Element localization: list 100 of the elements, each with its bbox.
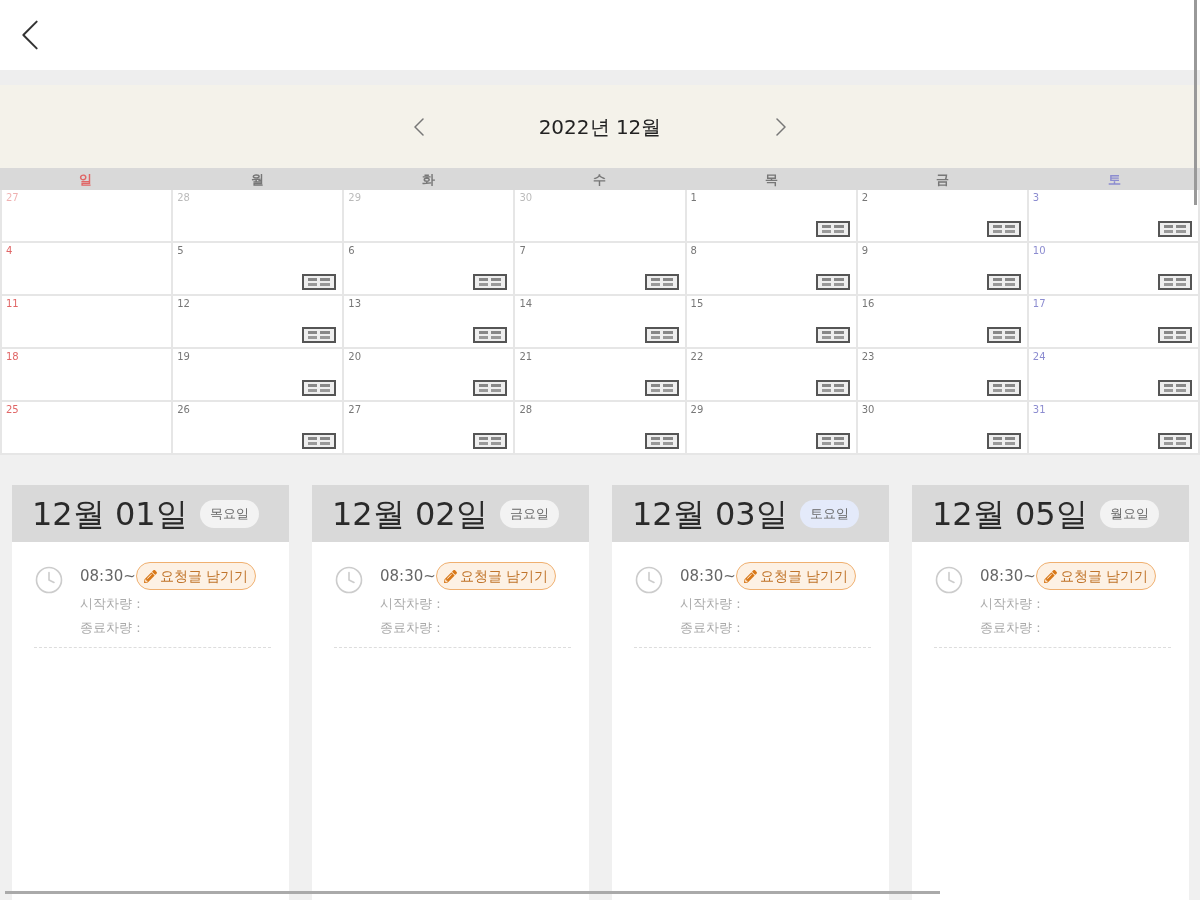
calendar-day-cell[interactable]: 29 (686, 402, 856, 453)
end-vehicle-label: 종료차량 : (80, 618, 142, 637)
weekday-tag: 토요일 (799, 499, 859, 528)
pencil-icon (143, 569, 157, 583)
weekday-label: 일 (79, 172, 93, 186)
day-number: 30 (519, 193, 533, 203)
weekday-label: 목 (764, 172, 778, 186)
back-icon (21, 20, 39, 50)
day-number: 22 (690, 352, 704, 362)
calendar-day-cell[interactable]: 17 (1028, 296, 1198, 347)
calendar-day-cell[interactable]: 3 (1028, 190, 1198, 241)
day-number: 17 (1032, 299, 1046, 309)
pencil-icon (743, 569, 757, 583)
calendar-day-cell[interactable]: 15 (686, 296, 856, 347)
calendar-day-cell[interactable]: 13 (344, 296, 514, 347)
weekday-label: 수 (593, 172, 607, 186)
calendar-day-cell[interactable]: 23 (857, 349, 1027, 400)
day-number: 19 (177, 352, 190, 362)
end-vehicle-label: 종료차량 : (680, 618, 742, 637)
calendar-day-cell[interactable]: 26 (173, 402, 343, 453)
write-request-button[interactable]: 요청글 남기기 (435, 562, 557, 590)
calendar-day-cell[interactable]: 20 (344, 349, 514, 400)
calendar-day-cell[interactable]: 25 (2, 402, 172, 453)
write-request-button[interactable]: 요청글 남기기 (1035, 562, 1157, 590)
start-vehicle-label: 시작차량 : (380, 595, 442, 613)
chevron-right-icon (776, 117, 787, 136)
calendar-day-cell[interactable]: 22 (686, 349, 856, 400)
card-date: 12월 02일 (332, 497, 488, 530)
day-number: 31 (1032, 405, 1046, 415)
calendar-day-cell[interactable]: 6 (344, 243, 514, 294)
day-number: 30 (861, 405, 875, 415)
day-number: 20 (348, 352, 361, 362)
day-number: 25 (6, 405, 19, 415)
calendar-day-cell[interactable]: 27 (344, 402, 514, 453)
month-title: 2022년 12월 (538, 113, 662, 141)
calendar-day-cell[interactable]: 16 (857, 296, 1027, 347)
day-number: 12 (177, 299, 190, 309)
write-request-button[interactable]: 요청글 남기기 (735, 562, 857, 590)
calendar-day-cell[interactable]: 28 (515, 402, 685, 453)
day-number: 11 (6, 299, 19, 309)
weekday-label: 토 (1107, 172, 1121, 186)
day-number: 15 (690, 299, 704, 309)
calendar-day-cell[interactable]: 31 (1028, 402, 1198, 453)
day-number: 26 (177, 405, 190, 415)
day-number: 13 (348, 299, 361, 309)
day-number: 18 (6, 352, 19, 362)
weekday-tag: 금요일 (499, 499, 559, 528)
calendar-day-cell[interactable]: 7 (515, 243, 685, 294)
write-request-button[interactable]: 요청글 남기기 (135, 562, 257, 590)
weekday-label: 화 (422, 172, 436, 186)
day-number: 27 (6, 193, 19, 203)
calendar-day-cell[interactable]: 5 (173, 243, 343, 294)
start-vehicle-label: 시작차량 : (980, 595, 1042, 613)
calendar-day-cell[interactable]: 24 (1028, 349, 1198, 400)
start-vehicle-label: 시작차량 : (80, 595, 142, 613)
calendar-day-cell[interactable]: 30 (857, 402, 1027, 453)
day-number: 14 (519, 299, 533, 309)
calendar-day-cell[interactable]: 19 (173, 349, 343, 400)
calendar-day-cell[interactable]: 12 (173, 296, 343, 347)
day-number: 16 (861, 299, 875, 309)
day-number: 29 (348, 193, 361, 203)
calendar-day-cell[interactable]: 10 (1028, 243, 1198, 294)
calendar-day-cell[interactable]: 2 (857, 190, 1027, 241)
clock-icon (334, 565, 364, 595)
day-number: 1 (690, 193, 697, 203)
day-number: 8 (690, 246, 697, 256)
day-number: 29 (690, 405, 704, 415)
day-number: 7 (519, 246, 526, 256)
day-number: 28 (519, 405, 533, 415)
entry-time: 08:30~ (380, 565, 436, 587)
calendar-day-cell[interactable]: 8 (686, 243, 856, 294)
clock-icon (34, 565, 64, 595)
day-number: 5 (177, 246, 184, 256)
entry-time: 08:30~ (680, 565, 736, 587)
calendar-day-cell[interactable]: 11 (2, 296, 172, 347)
calendar-day-cell[interactable]: 4 (2, 243, 172, 294)
calendar-day-cell[interactable]: 9 (857, 243, 1027, 294)
weekday-tag: 월요일 (1099, 499, 1159, 528)
weekday-tag: 목요일 (199, 499, 259, 528)
card-date: 12월 01일 (32, 497, 188, 530)
start-vehicle-label: 시작차량 : (680, 595, 742, 613)
day-number: 21 (519, 352, 533, 362)
clock-icon (934, 565, 964, 595)
calendar-day-cell[interactable]: 14 (515, 296, 685, 347)
pencil-icon (1043, 569, 1057, 583)
day-number: 2 (861, 193, 869, 203)
calendar-day-cell[interactable]: 18 (2, 349, 172, 400)
vertical-scrollbar[interactable] (1194, 0, 1197, 205)
day-number: 24 (1032, 352, 1046, 362)
entry-time: 08:30~ (80, 565, 136, 587)
day-number: 28 (177, 193, 190, 203)
day-number: 3 (1032, 193, 1040, 203)
card-date: 12월 03일 (632, 497, 788, 530)
horizontal-scrollbar[interactable] (5, 891, 940, 894)
day-number: 9 (861, 246, 869, 256)
clock-icon (634, 565, 664, 595)
calendar-day-cell[interactable]: 21 (515, 349, 685, 400)
calendar-day-cell[interactable]: 1 (686, 190, 856, 241)
day-number: 4 (6, 246, 13, 256)
weekday-label: 금 (936, 172, 950, 186)
